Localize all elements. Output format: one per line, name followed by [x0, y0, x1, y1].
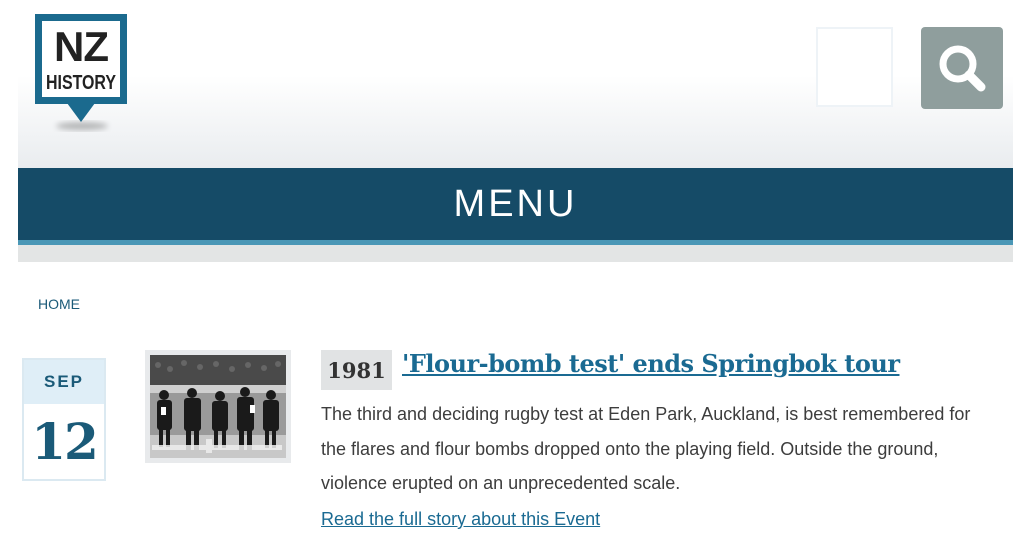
site-logo[interactable]: NZ HISTORY [35, 14, 129, 132]
nz-history-logo: NZ HISTORY [35, 14, 127, 130]
event-title-link[interactable]: 'Flour-bomb test' ends Springbok tour [402, 349, 900, 378]
header-toggle-box[interactable] [816, 27, 893, 107]
event-month: SEP [24, 360, 104, 404]
event-day: 12 [31, 412, 99, 471]
search-button[interactable] [921, 27, 1003, 109]
menu-label: MENU [453, 182, 578, 225]
rugby-photo [150, 355, 286, 458]
breadcrumb-home[interactable]: HOME [38, 296, 80, 312]
read-full-story-link[interactable]: Read the full story about this Event [321, 509, 600, 530]
svg-text:NZ: NZ [54, 23, 108, 70]
event-description: The third and deciding rugby test at Ede… [321, 404, 971, 493]
search-icon [939, 45, 986, 92]
svg-text:HISTORY: HISTORY [46, 72, 117, 94]
event-thumbnail[interactable] [145, 350, 291, 463]
site-header: NZ HISTORY [18, 0, 1013, 168]
menu-divider [18, 245, 1013, 262]
event-year: 1981 [321, 350, 392, 390]
menu-button[interactable]: MENU [18, 168, 1013, 245]
event-date: SEP 12 [22, 358, 106, 481]
